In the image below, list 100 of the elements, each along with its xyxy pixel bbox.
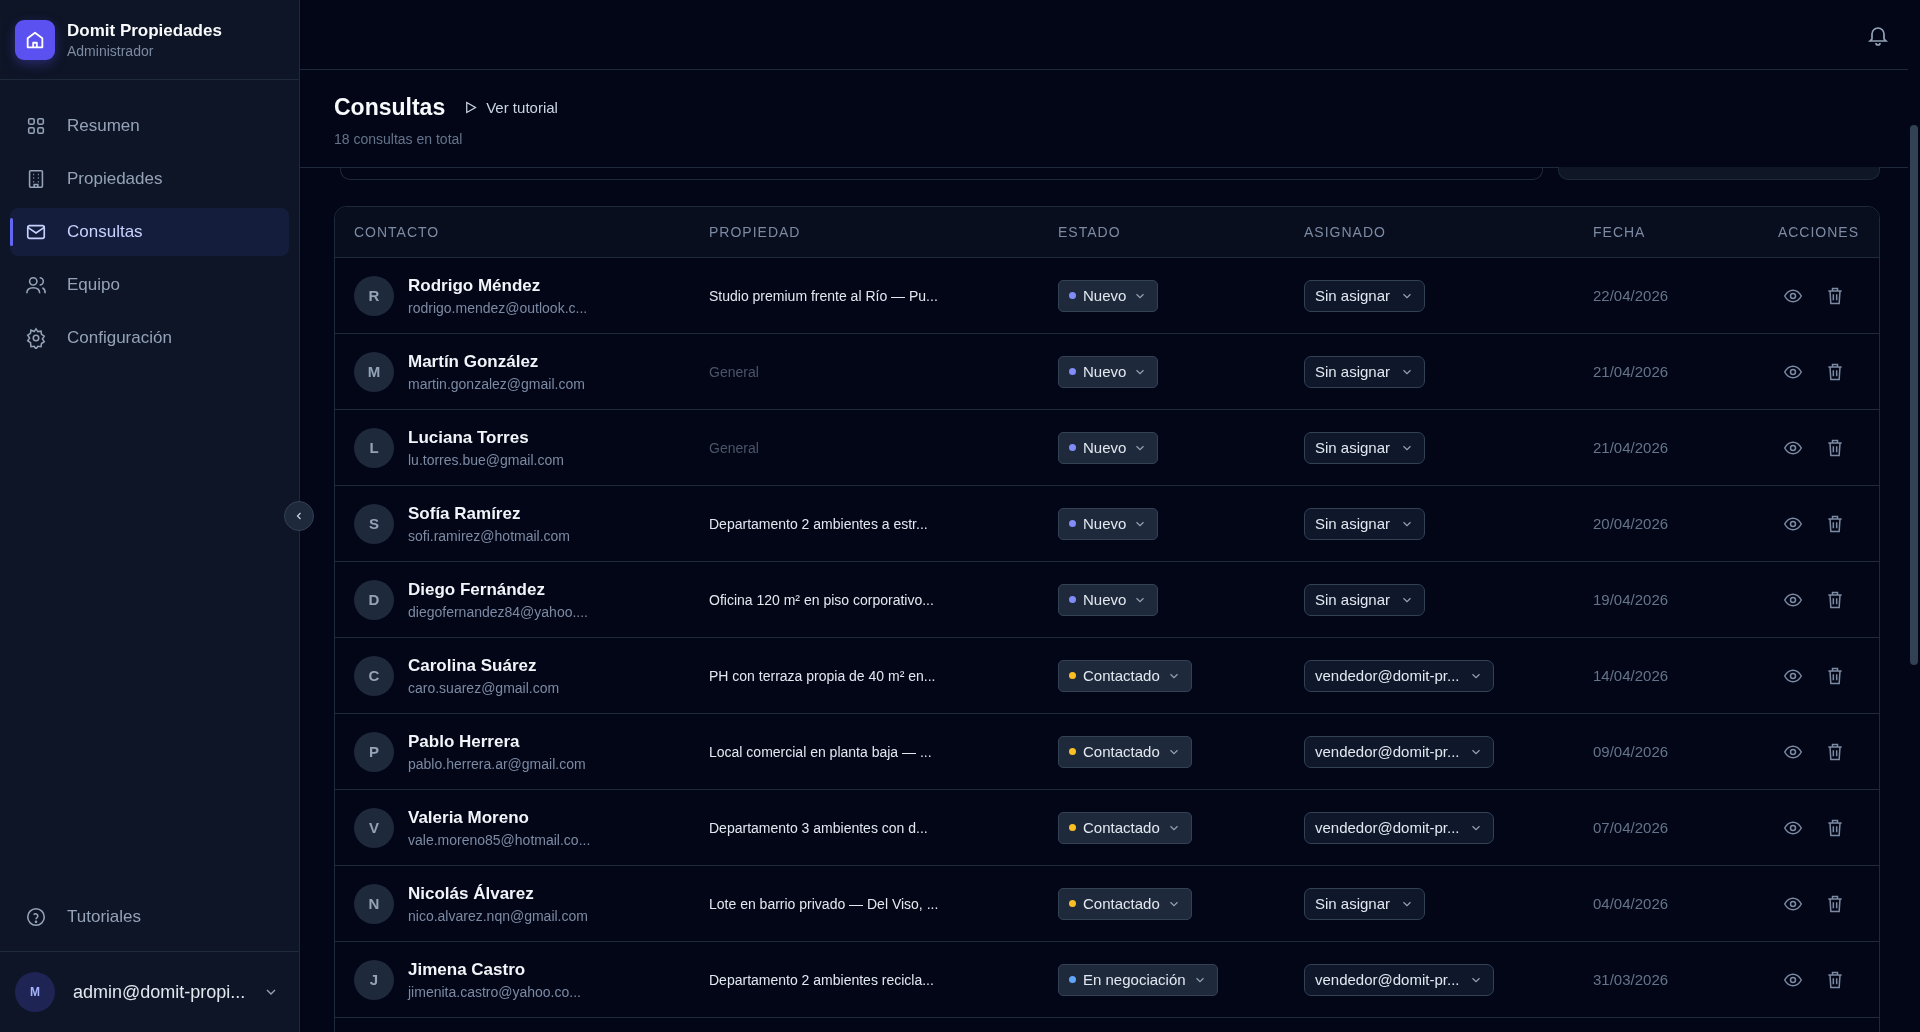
delete-trash-icon[interactable]	[1825, 893, 1845, 914]
property-cell: General	[709, 439, 759, 456]
brand-role: Administrador	[67, 42, 155, 59]
contact-name: Carolina Suárez	[408, 655, 538, 676]
page-subtitle: 18 consultas en total	[334, 131, 464, 147]
contact-email: caro.suarez@gmail.com	[408, 679, 560, 696]
status-dropdown[interactable]: Contactado	[1058, 887, 1192, 920]
date-cell: 21/04/2026	[1593, 438, 1669, 456]
sidebar-item[interactable]: Resumen	[10, 102, 289, 150]
contact-name: Jimena Castro	[408, 959, 527, 980]
column-header: ASIGNADO	[1304, 224, 1387, 240]
date-cell: 22/04/2026	[1593, 286, 1669, 304]
contact-avatar: M	[354, 351, 394, 392]
contact-name: Martín González	[408, 351, 540, 372]
users-icon	[25, 274, 47, 296]
delete-trash-icon[interactable]	[1825, 741, 1845, 762]
date-cell: 14/04/2026	[1593, 666, 1669, 684]
contact-email: jimenita.castro@yahoo.co...	[408, 983, 581, 1000]
help-icon	[25, 906, 47, 928]
contact-email: pablo.herrera.ar@gmail.com	[408, 755, 586, 772]
user-menu[interactable]: M admin@domit-propi...	[0, 951, 299, 1032]
assignee-dropdown[interactable]: Sin asignar	[1304, 887, 1426, 920]
contact-avatar: R	[354, 275, 394, 316]
brand-name: Domit Propiedades	[67, 20, 222, 41]
date-cell: 31/03/2026	[1593, 970, 1669, 988]
contact-email: nico.alvarez.nqn@gmail.com	[408, 907, 588, 924]
status-dropdown[interactable]: En negociación	[1058, 963, 1218, 996]
property-cell: Local comercial en planta baja — ...	[709, 743, 932, 760]
column-header: CONTACTO	[354, 224, 441, 240]
delete-trash-icon[interactable]	[1825, 361, 1845, 382]
delete-trash-icon[interactable]	[1825, 513, 1845, 534]
property-cell: General	[709, 363, 759, 380]
column-header: PROPIEDAD	[709, 224, 802, 240]
assignee-dropdown[interactable]: vendedor@domit-pr...	[1304, 659, 1495, 692]
contact-name: Pablo Herrera	[408, 731, 521, 752]
assignee-dropdown[interactable]: vendedor@domit-pr...	[1304, 963, 1495, 996]
sidebar-item[interactable]: Equipo	[10, 261, 289, 309]
property-cell: Studio premium frente al Río — Pu...	[709, 287, 938, 304]
contact-avatar: S	[354, 503, 394, 544]
delete-trash-icon[interactable]	[1825, 589, 1845, 610]
contact-email: vale.moreno85@hotmail.co...	[408, 831, 591, 848]
contact-email: diegofernandez84@yahoo....	[408, 603, 588, 620]
delete-trash-icon[interactable]	[1825, 969, 1845, 990]
property-cell: Lote en barrio privado — Del Viso, ...	[709, 895, 939, 912]
column-header: FECHA	[1593, 224, 1647, 240]
assignee-dropdown[interactable]: Sin asignar	[1304, 507, 1426, 540]
status-dropdown[interactable]: Nuevo	[1058, 279, 1159, 312]
grid-icon	[25, 115, 47, 137]
user-avatar: M	[15, 972, 55, 1012]
sidebar-item[interactable]: Consultas	[10, 208, 289, 256]
assignee-dropdown[interactable]: Sin asignar	[1304, 355, 1426, 388]
date-cell: 04/04/2026	[1593, 894, 1669, 912]
contact-name: Nicolás Álvarez	[408, 883, 535, 904]
contact-avatar: N	[354, 883, 394, 924]
assignee-dropdown[interactable]: Sin asignar	[1304, 431, 1426, 464]
contact-avatar: P	[354, 731, 394, 772]
status-dropdown[interactable]: Contactado	[1058, 811, 1192, 844]
contact-avatar: J	[354, 959, 394, 1000]
contact-avatar: C	[354, 655, 394, 696]
status-dropdown[interactable]: Nuevo	[1058, 507, 1159, 540]
contact-avatar: D	[354, 579, 394, 620]
tutorials-link[interactable]: Tutoriales	[10, 893, 289, 941]
property-cell: Oficina 120 m² en piso corporativo...	[709, 591, 934, 608]
status-dropdown[interactable]: Nuevo	[1058, 431, 1159, 464]
contact-avatar: L	[354, 427, 394, 468]
tutorial-link[interactable]: Ver tutorial	[463, 99, 558, 116]
contact-email: lu.torres.bue@gmail.com	[408, 451, 564, 468]
contact-name: Rodrigo Méndez	[408, 275, 542, 296]
date-cell: 09/04/2026	[1593, 742, 1669, 760]
contact-name: Sofía Ramírez	[408, 503, 522, 524]
status-dropdown[interactable]: Nuevo	[1058, 355, 1159, 388]
status-dropdown[interactable]: Contactado	[1058, 735, 1192, 768]
date-cell: 21/04/2026	[1593, 362, 1669, 380]
column-header: ACCIONES	[1776, 224, 1859, 240]
delete-trash-icon[interactable]	[1825, 437, 1845, 458]
delete-trash-icon[interactable]	[1825, 285, 1845, 306]
property-cell: Departamento 3 ambientes con d...	[709, 819, 928, 836]
property-cell: Departamento 2 ambientes recicla...	[709, 971, 934, 988]
assignee-dropdown[interactable]: vendedor@domit-pr...	[1304, 811, 1495, 844]
home-logo-icon	[15, 19, 55, 60]
sidebar-item[interactable]: Configuración	[10, 314, 289, 362]
date-cell: 19/04/2026	[1593, 590, 1669, 608]
contact-email: sofi.ramirez@hotmail.com	[408, 527, 571, 544]
date-cell: 20/04/2026	[1593, 514, 1669, 532]
delete-trash-icon[interactable]	[1825, 817, 1845, 838]
column-header: ESTADO	[1058, 224, 1122, 240]
property-cell: Departamento 2 ambientes a estr...	[709, 515, 928, 532]
assignee-dropdown[interactable]: Sin asignar	[1304, 583, 1426, 616]
assignee-dropdown[interactable]: vendedor@domit-pr...	[1304, 735, 1495, 768]
play-icon	[463, 100, 479, 115]
settings-icon	[25, 327, 47, 349]
contact-email: rodrigo.mendez@outlook.c...	[408, 299, 588, 316]
status-dropdown[interactable]: Nuevo	[1058, 583, 1159, 616]
page-title: Consultas	[334, 94, 446, 121]
assignee-dropdown[interactable]: Sin asignar	[1304, 279, 1426, 312]
delete-trash-icon[interactable]	[1825, 665, 1845, 686]
status-dropdown[interactable]: Contactado	[1058, 659, 1192, 692]
property-cell: PH con terraza propia de 40 m² en...	[709, 667, 936, 684]
sidebar-item[interactable]: Propiedades	[10, 155, 289, 203]
date-cell: 07/04/2026	[1593, 818, 1669, 836]
